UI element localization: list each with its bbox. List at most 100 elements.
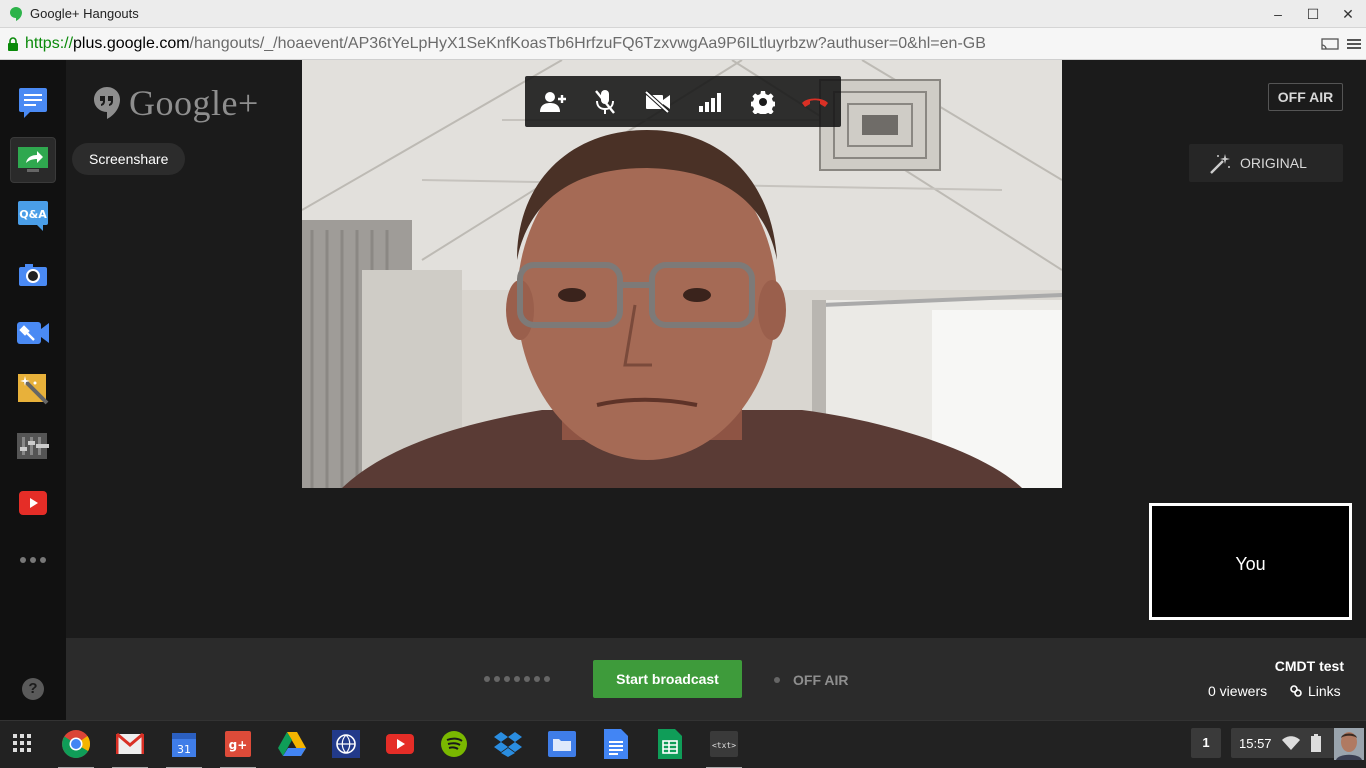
text-editor-icon: <txt> (710, 731, 738, 757)
maximize-button[interactable]: ☐ (1303, 4, 1323, 24)
window-titlebar: Google+ Hangouts – ☐ ✕ (0, 0, 1366, 28)
google-plus-icon: g+ (225, 731, 251, 757)
dropbox-icon (494, 732, 522, 757)
help-button[interactable]: ? (22, 678, 44, 700)
rail-item-screenshare[interactable] (10, 137, 56, 183)
effects-icon (18, 374, 49, 405)
camera-off-button[interactable] (644, 88, 672, 116)
self-view-tile[interactable]: You (1149, 503, 1352, 620)
qa-text: Q&A (19, 208, 47, 221)
hangouts-logo-icon (94, 87, 120, 119)
camera-off-icon (644, 91, 670, 113)
rail-item-youtube[interactable] (10, 480, 56, 526)
self-view-label: You (1235, 554, 1266, 574)
status-tray[interactable]: 15:57 (1231, 728, 1335, 758)
clock: 15:57 (1239, 736, 1272, 751)
invite-icon (540, 92, 566, 112)
hangouts-icon (10, 7, 22, 21)
bandwidth-button[interactable] (697, 88, 725, 116)
more-icon (20, 557, 46, 563)
shelf-dropbox[interactable] (492, 728, 524, 760)
youtube-shelf-icon (386, 734, 414, 754)
shelf-calendar[interactable]: 31 (166, 728, 202, 768)
address-bar[interactable]: https://plus.google.com/hangouts/_/hoaev… (0, 28, 1366, 60)
cast-icon[interactable] (1321, 36, 1339, 52)
window-title: Google+ Hangouts (30, 6, 139, 21)
menu-icon[interactable] (1345, 36, 1363, 52)
camera-icon (19, 264, 47, 286)
app-rail: Q&A (0, 60, 66, 720)
lock-icon (8, 37, 18, 51)
hangup-icon (802, 98, 828, 107)
google-plus-logo: Google+ (93, 83, 259, 123)
hangup-button[interactable] (801, 88, 829, 116)
status-dot (774, 677, 780, 683)
shelf-chrome[interactable] (58, 728, 94, 768)
calendar-day: 31 (177, 743, 191, 756)
rail-item-more[interactable] (10, 537, 56, 583)
original-label: ORIGINAL (1240, 155, 1307, 171)
shelf-drive[interactable] (276, 728, 308, 760)
viewer-count: 0 viewers (1208, 683, 1268, 699)
docs-icon (604, 729, 628, 759)
user-avatar[interactable] (1334, 728, 1364, 760)
shelf-app-unknown[interactable] (330, 728, 362, 760)
control-room-icon (17, 322, 49, 344)
rail-item-effects[interactable] (10, 366, 56, 412)
screenshare-icon (18, 147, 48, 172)
notification-count[interactable]: 1 (1191, 728, 1221, 758)
close-button[interactable]: ✕ (1338, 4, 1358, 24)
screenshare-tooltip: Screenshare (72, 143, 186, 175)
broadcast-status-label: OFF AIR (793, 672, 849, 688)
link-icon (1290, 685, 1302, 697)
rail-item-control-room[interactable] (10, 310, 56, 356)
shelf-text[interactable]: <txt> (706, 728, 742, 768)
drive-icon (278, 732, 306, 756)
rail-item-camera[interactable] (10, 252, 56, 298)
app-launcher-button[interactable] (8, 728, 36, 758)
gmail-icon (116, 733, 144, 754)
launcher-grid-icon (13, 734, 31, 752)
links-label: Links (1308, 683, 1341, 699)
original-effects-button[interactable]: ORIGINAL (1189, 144, 1343, 182)
shelf-gmail[interactable] (112, 728, 148, 768)
invite-button[interactable] (539, 88, 567, 116)
gplus-label: g+ (229, 738, 248, 752)
settings-button[interactable] (749, 88, 777, 116)
mute-mic-icon (595, 90, 615, 114)
links-button[interactable]: Links (1290, 683, 1341, 699)
shelf-google-plus[interactable]: g+ (220, 728, 256, 768)
logo-text: Google+ (129, 83, 259, 123)
rail-item-chat[interactable] (10, 80, 56, 126)
youtube-icon (19, 491, 47, 515)
files-icon (548, 731, 576, 757)
broadcast-status: OFF AIR (774, 672, 848, 688)
shelf-sheets[interactable] (654, 728, 686, 760)
wifi-icon (1282, 736, 1300, 750)
magic-wand-icon (1210, 154, 1230, 174)
on-air-status-badge: OFF AIR (1268, 83, 1343, 111)
url-host: plus.google.com (73, 35, 190, 52)
chat-icon (19, 88, 47, 118)
url-text[interactable]: https://plus.google.com/hangouts/_/hoaev… (25, 35, 986, 53)
mute-mic-button[interactable] (591, 88, 619, 116)
bandwidth-icon (699, 93, 721, 112)
url-scheme: https:// (25, 35, 74, 52)
shelf-docs[interactable] (600, 728, 632, 760)
event-name: CMDT test (1274, 658, 1344, 674)
settings-icon (751, 91, 775, 114)
spotify-icon (441, 731, 467, 757)
rail-item-qa[interactable]: Q&A (10, 193, 56, 239)
app-globe-icon (332, 730, 360, 758)
chrome-icon (62, 730, 91, 758)
shelf-spotify[interactable] (438, 728, 470, 760)
shelf-youtube[interactable] (384, 728, 416, 760)
qa-icon: Q&A (18, 201, 48, 231)
shelf-files[interactable] (546, 728, 578, 760)
loading-dots (484, 676, 550, 682)
rail-item-cameraman[interactable] (10, 423, 56, 469)
start-broadcast-button[interactable]: Start broadcast (593, 660, 742, 698)
minimize-button[interactable]: – (1268, 4, 1288, 24)
cameraman-icon (17, 433, 49, 459)
call-toolbar (525, 76, 841, 127)
